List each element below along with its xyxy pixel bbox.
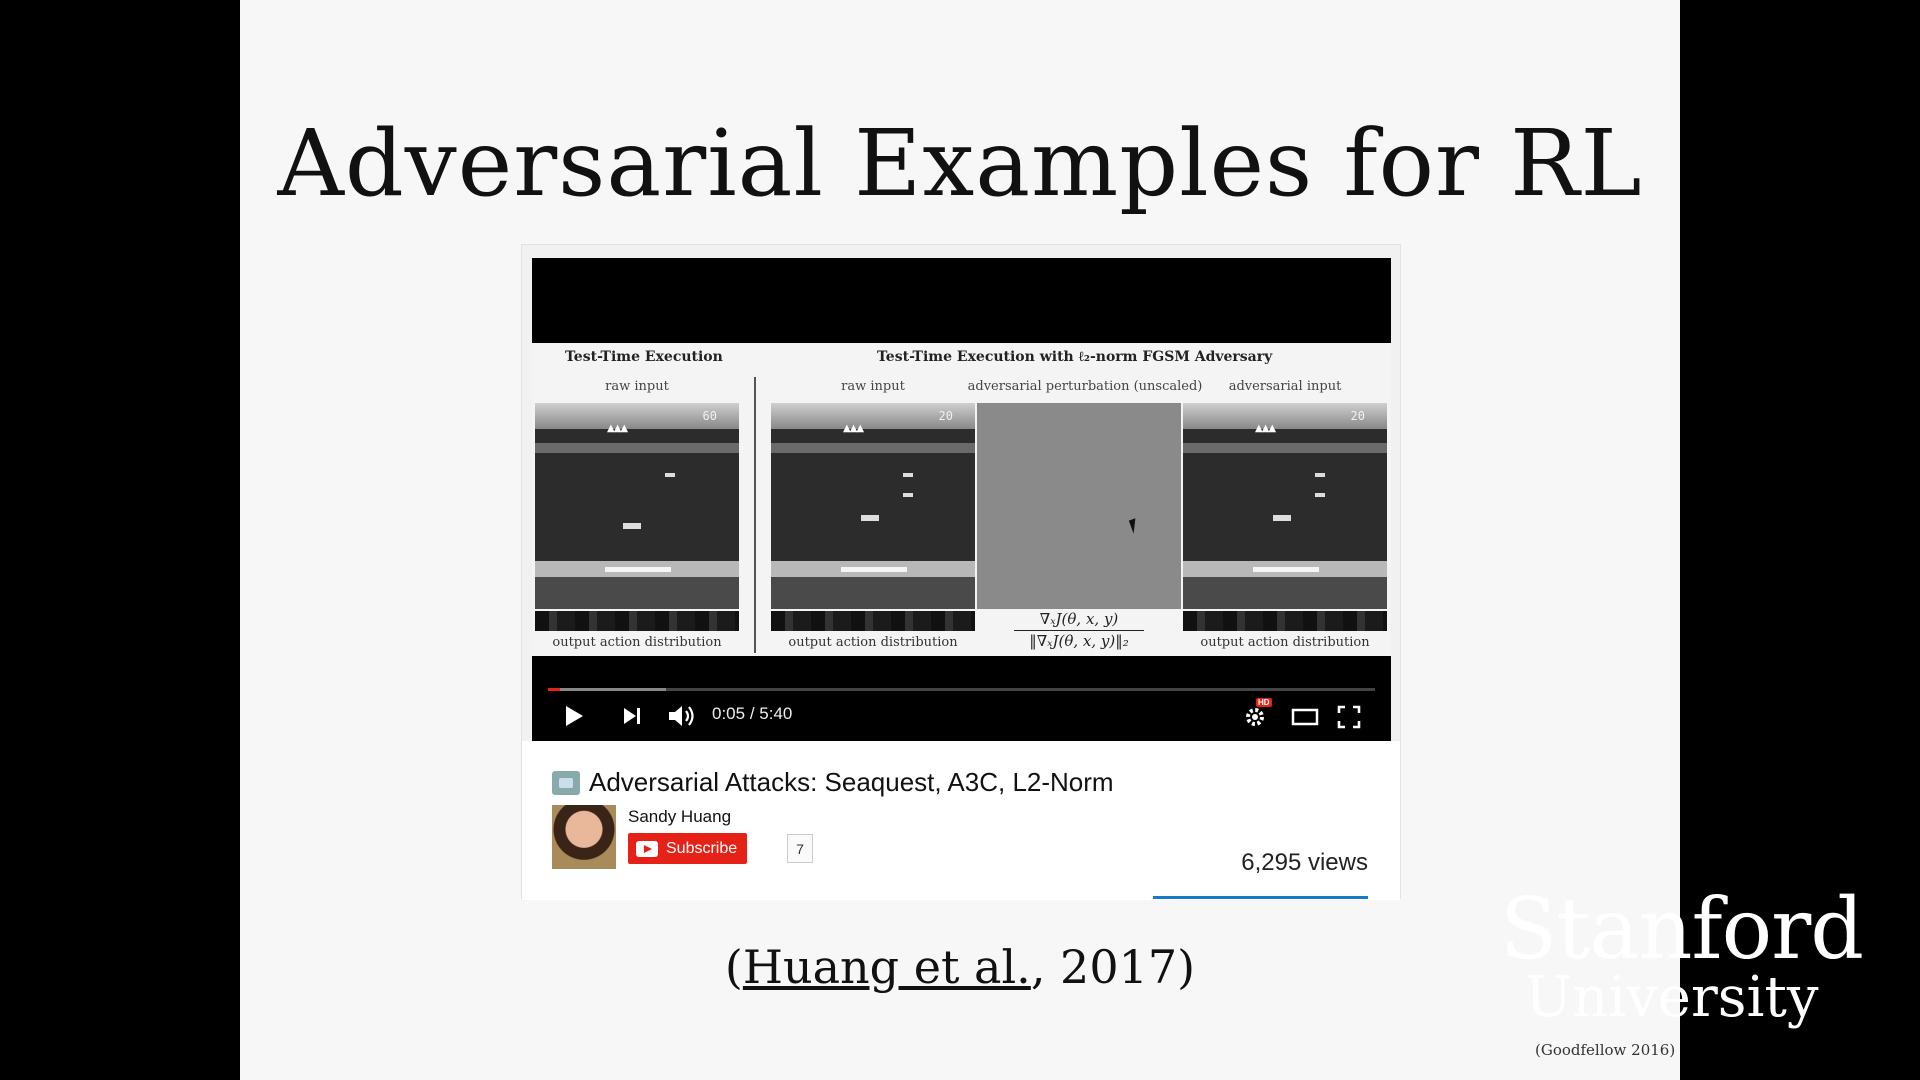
raw-input-label: raw input (841, 379, 905, 394)
subscriber-count: 7 (787, 834, 813, 863)
slide-title: Adversarial Examples for RL (277, 110, 1643, 217)
logo-line-2: University (1525, 965, 1819, 1030)
subscribe-button[interactable]: Subscribe (628, 833, 748, 864)
current-time: 0:05 (712, 704, 746, 723)
play-button[interactable] (562, 704, 586, 728)
fullscreen-button[interactable] (1336, 704, 1362, 730)
fullscreen-icon (1337, 705, 1361, 729)
footer-credit: (Goodfellow 2016) (1535, 1041, 1676, 1059)
view-count: 6,295 views (1241, 849, 1368, 876)
output-label: output action distribution (1200, 635, 1370, 650)
citation: (Huang et al., 2017) (240, 940, 1680, 994)
volume-icon (669, 706, 694, 726)
time-separator: / (745, 704, 760, 723)
gradient-formula: ∇ₓJ(θ, x, y) ‖∇ₓJ(θ, x, y)‖₂ (1014, 610, 1144, 650)
play-icon (566, 706, 583, 726)
duration: 5:40 (759, 704, 793, 723)
slide: Adversarial Examples for RL Test-Time Ex… (240, 0, 1680, 1080)
citation-suffix: , 2017) (1030, 940, 1196, 994)
perturbation-label: adversarial perturbation (unscaled) (967, 379, 1203, 394)
action-distribution-strip (535, 611, 739, 631)
video-player[interactable]: Test-Time Execution Test-Time Execution … (532, 258, 1391, 741)
like-ratio-bar (1153, 896, 1368, 899)
youtube-logo-icon (636, 840, 658, 857)
game-score: 60 (702, 409, 717, 423)
subscribe-label: Subscribe (666, 839, 738, 857)
figure-divider (754, 377, 756, 653)
game-score: 20 (1350, 409, 1365, 423)
channel-name[interactable]: Sandy Huang (628, 807, 731, 827)
game-frame-original: 60 ▲▲▲ (535, 403, 739, 609)
citation-prefix: ( (724, 940, 743, 994)
video-frame-figure: Test-Time Execution Test-Time Execution … (532, 343, 1391, 656)
logo-line-1: Stanford (1500, 880, 1864, 978)
settings-icon (1246, 708, 1264, 726)
output-label: output action distribution (552, 635, 722, 650)
formula-numerator: ∇ₓJ(θ, x, y) (1014, 610, 1144, 631)
mouse-cursor-icon (1128, 518, 1141, 534)
video-letterbox (532, 258, 1391, 343)
hd-badge: HD (1256, 698, 1272, 707)
game-frame-raw: 20 ▲▲▲ (771, 403, 975, 609)
next-button[interactable] (620, 704, 644, 728)
volume-button[interactable] (666, 702, 696, 730)
youtube-embed: Test-Time Execution Test-Time Execution … (521, 244, 1401, 900)
progress-buffer (548, 688, 666, 691)
time-display: 0:05 / 5:40 (712, 704, 792, 724)
settings-button[interactable]: HD (1242, 698, 1272, 730)
progress-fill (548, 688, 561, 691)
citation-link[interactable]: Huang et al. (743, 940, 1031, 994)
action-distribution-strip (1183, 611, 1387, 631)
game-frame-adversarial: 20 ▲▲▲ (1183, 403, 1387, 609)
channel-logo-icon (552, 771, 580, 795)
adversarial-input-label: adversarial input (1228, 379, 1342, 394)
output-label: output action distribution (788, 635, 958, 650)
theater-icon (1291, 708, 1319, 726)
next-icon (624, 708, 640, 724)
stanford-logo: Stanford University (1500, 880, 1920, 1030)
video-title[interactable]: Adversarial Attacks: Seaquest, A3C, L2-N… (589, 767, 1114, 798)
progress-bar[interactable] (548, 688, 1375, 691)
theater-mode-button[interactable] (1290, 704, 1320, 730)
figure-left-heading: Test-Time Execution (565, 349, 723, 365)
raw-input-label: raw input (605, 379, 669, 394)
video-info: Adversarial Attacks: Seaquest, A3C, L2-N… (522, 741, 1400, 900)
player-controls: 0:05 / 5:40 HD (532, 656, 1391, 741)
avatar[interactable] (552, 805, 616, 869)
figure-right-heading: Test-Time Execution with ℓ₂-norm FGSM Ad… (877, 349, 1273, 365)
game-score: 20 (938, 409, 953, 423)
formula-denominator: ‖∇ₓJ(θ, x, y)‖₂ (1029, 632, 1129, 650)
action-distribution-strip (771, 611, 975, 631)
perturbation-frame (977, 403, 1181, 609)
